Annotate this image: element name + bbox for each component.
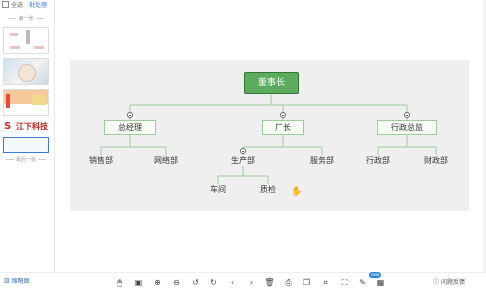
- crop-icon[interactable]: ⌗: [320, 277, 331, 288]
- bottom-toolbar: [0, 272, 486, 293]
- feedback-button[interactable]: ⓘ 问题反馈: [433, 277, 465, 286]
- next-icon[interactable]: ›: [246, 277, 257, 288]
- org-chart-connectors: [100, 94, 437, 184]
- zoom-in-icon[interactable]: ⊕: [152, 277, 163, 288]
- org-leaf-node[interactable]: 服务部: [307, 156, 337, 166]
- rotate-right-icon[interactable]: ↻: [208, 277, 219, 288]
- org-leaf-node[interactable]: 网络部: [146, 156, 186, 166]
- feedback-label: 问题反馈: [441, 279, 466, 286]
- org-root-node[interactable]: 董事长: [244, 72, 299, 94]
- thumbnails-label: 缩略图: [11, 278, 30, 285]
- edit-icon[interactable]: ✎: [357, 277, 368, 288]
- fullscreen-icon[interactable]: ⛶: [339, 277, 350, 288]
- hand-cursor-icon: ✋: [291, 187, 303, 197]
- zoom-out-icon[interactable]: ⊖: [171, 277, 182, 288]
- org-leaf-node[interactable]: 质检: [256, 185, 280, 195]
- rotate-left-icon[interactable]: ↺: [190, 277, 201, 288]
- collapse-toggle-icon[interactable]: [240, 148, 246, 154]
- copy-icon[interactable]: ❐: [301, 277, 312, 288]
- org-branch-node[interactable]: 总经理: [104, 120, 156, 135]
- print-icon[interactable]: ⎙: [283, 277, 294, 288]
- org-leaf-node[interactable]: 销售部: [86, 156, 116, 166]
- new-badge: new: [369, 272, 382, 278]
- org-branch-node[interactable]: 厂长: [262, 120, 304, 135]
- org-leaf-node[interactable]: 生产部: [228, 156, 258, 166]
- collapse-toggle-icon[interactable]: [404, 112, 410, 118]
- delete-icon[interactable]: 🗑: [264, 277, 275, 288]
- org-leaf-node[interactable]: 行政部: [363, 156, 393, 166]
- help-icon: ⓘ: [433, 279, 440, 286]
- org-leaf-node[interactable]: 车间: [206, 185, 230, 195]
- mouse-icon[interactable]: 🖱: [114, 277, 125, 288]
- previous-icon[interactable]: ‹: [227, 277, 238, 288]
- org-leaf-node[interactable]: 财政部: [421, 156, 451, 166]
- collapse-toggle-icon[interactable]: [280, 112, 286, 118]
- collapse-toggle-icon[interactable]: [127, 112, 133, 118]
- fit-page-icon[interactable]: ▣: [133, 277, 144, 288]
- sidebar-panel-icon: ▥: [4, 277, 10, 284]
- image-edit-icon[interactable]: ▦: [375, 277, 386, 288]
- org-branch-node[interactable]: 行政总监: [377, 120, 437, 135]
- thumbnails-toggle-button[interactable]: ▥ 缩略图: [4, 276, 30, 285]
